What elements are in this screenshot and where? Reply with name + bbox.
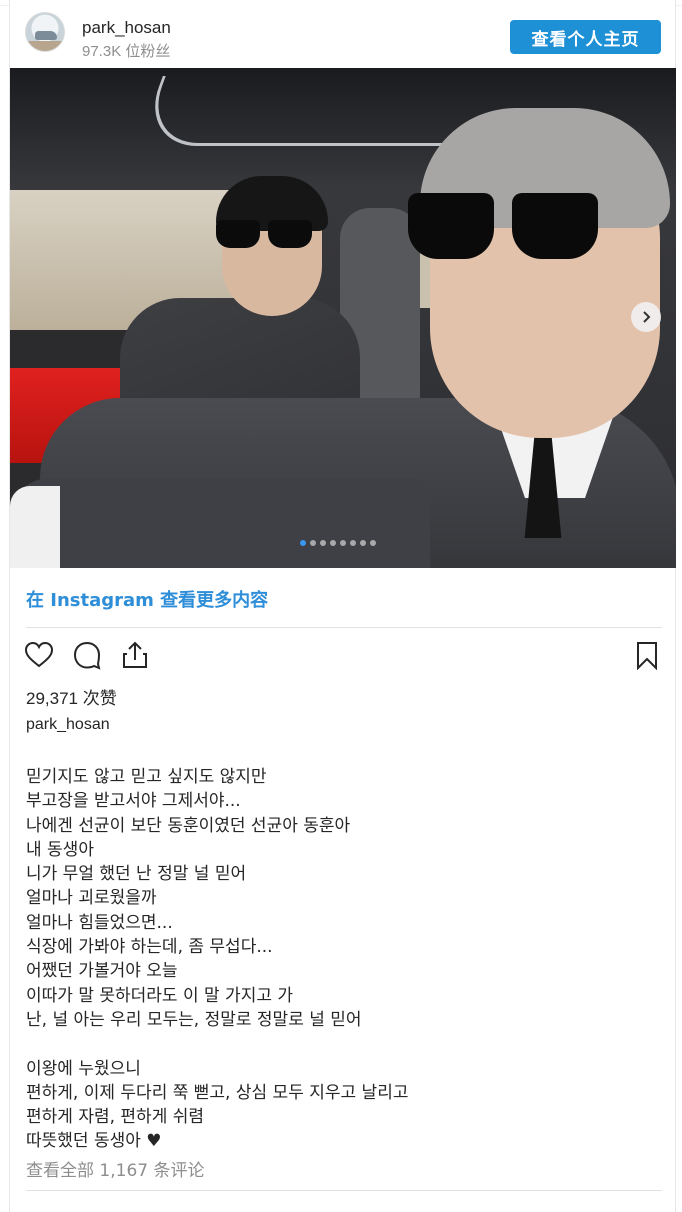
instagram-more-link[interactable]: 在 Instagram 查看更多内容 [26,586,268,612]
caption-line: 따뜻했던 동생아 ♥ [26,1131,162,1152]
comment-button[interactable] [70,638,104,672]
share-button[interactable] [118,638,152,672]
caption-line: 난, 널 아는 우리 모두는, 정말로 정말로 널 믿어 [26,1009,362,1030]
caption-username[interactable]: park_hosan [26,716,110,734]
share-icon [123,641,147,668]
caption-line: 내 동생아 [26,839,94,860]
caption-line: 나에겐 선균이 보단 동훈이였던 선균아 동훈아 [26,815,351,836]
post-caption: 믿기지도 않고 믿고 싶지도 않지만부고장을 받고서야 그제서야... 나에겐 선… [26,765,656,1154]
caption-line: 식장에 가봐야 하는데, 좀 무섭다... [26,937,273,958]
caption-line: 이왕에 누웠으니 [26,1058,141,1079]
carousel-dot [320,540,326,546]
post-username[interactable]: park_hosan [82,18,171,38]
bookmark-icon [637,642,657,670]
view-all-comments-link[interactable]: 查看全部 1,167 条评论 [26,1156,204,1181]
carousel-dot [300,540,306,546]
follower-count: 97.3K 位粉丝 [82,43,171,60]
carousel-dot [360,540,366,546]
bottom-divider [26,1190,662,1191]
avatar[interactable] [25,12,65,52]
post-photo[interactable] [10,68,676,568]
carousel-next-button[interactable] [631,302,661,332]
save-button[interactable] [630,638,664,672]
comment-icon [73,641,101,670]
carousel-dot [330,540,336,546]
carousel-dot [310,540,316,546]
caption-line: 얼마나 힘들었으면... [26,912,173,933]
like-button[interactable] [22,638,56,672]
carousel-dot [340,540,346,546]
caption-line: 이따가 말 못하더라도 이 말 가지고 가 [26,985,294,1006]
like-count[interactable]: 29,371 次赞 [26,684,117,709]
carousel-dot [350,540,356,546]
caption-line: 믿기지도 않고 믿고 싶지도 않지만 [26,767,267,787]
section-divider [26,627,662,628]
caption-line: 편하게 자렴, 편하게 쉬렴 [26,1107,205,1128]
caption-line: 얼마나 괴로웠을까 [26,888,157,909]
caption-line: 편하게, 이제 두다리 쭉 뻗고, 상심 모두 지우고 날리고 [26,1082,409,1103]
post-header: park_hosan 97.3K 位粉丝 查看个人主页 [9,6,676,68]
carousel-dots [300,540,376,546]
caption-line: 부고장을 받고서야 그제서야... [26,791,241,812]
caption-line: 어쨌던 가볼거야 오늘 [26,961,178,982]
view-profile-button[interactable]: 查看个人主页 [510,20,661,54]
heart-icon [24,641,54,668]
chevron-right-icon [643,311,651,323]
carousel-dot [370,540,376,546]
caption-line: 니가 무얼 했던 난 정말 널 믿어 [26,864,247,885]
